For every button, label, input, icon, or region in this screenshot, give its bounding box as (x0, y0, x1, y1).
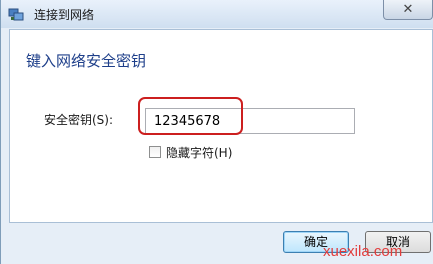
window-title: 连接到网络 (34, 8, 95, 22)
connect-to-network-window: 连接到网络 ✕ 键入网络安全密钥 安全密钥(S): 12345678 隐藏字符(… (0, 0, 433, 264)
highlight-annotation (138, 97, 243, 135)
title-bar: 连接到网络 ✕ (1, 0, 433, 28)
site-watermark: xuexila.com (323, 243, 403, 260)
hide-characters-checkbox[interactable] (149, 146, 161, 158)
security-key-label: 安全密钥(S): (44, 113, 114, 127)
dialog-content: 键入网络安全密钥 安全密钥(S): 12345678 隐藏字符(H) (9, 29, 433, 223)
close-icon: ✕ (402, 2, 414, 17)
network-icon (8, 7, 24, 21)
dialog-heading: 键入网络安全密钥 (26, 52, 147, 70)
close-button[interactable]: ✕ (383, 0, 433, 20)
hide-characters-label[interactable]: 隐藏字符(H) (166, 144, 232, 161)
